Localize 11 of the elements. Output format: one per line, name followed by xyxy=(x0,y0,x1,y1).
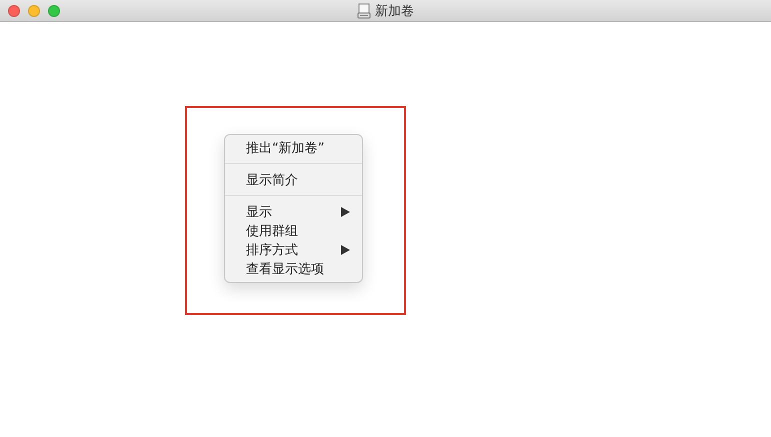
zoom-button[interactable] xyxy=(48,4,60,16)
menu-item[interactable]: 查看显示选项 xyxy=(225,259,362,278)
menu-item[interactable]: 使用群组 xyxy=(225,221,362,240)
minimize-button[interactable] xyxy=(28,4,40,16)
menu-item[interactable]: 推出“新加卷” xyxy=(225,138,362,157)
close-button[interactable] xyxy=(8,4,20,16)
window-title: 新加卷 xyxy=(375,2,414,20)
menu-item[interactable]: 显示 xyxy=(225,202,362,221)
drive-icon xyxy=(357,2,371,18)
menu-item[interactable]: 显示简介 xyxy=(225,170,362,189)
menu-item[interactable]: 排序方式 xyxy=(225,240,362,259)
